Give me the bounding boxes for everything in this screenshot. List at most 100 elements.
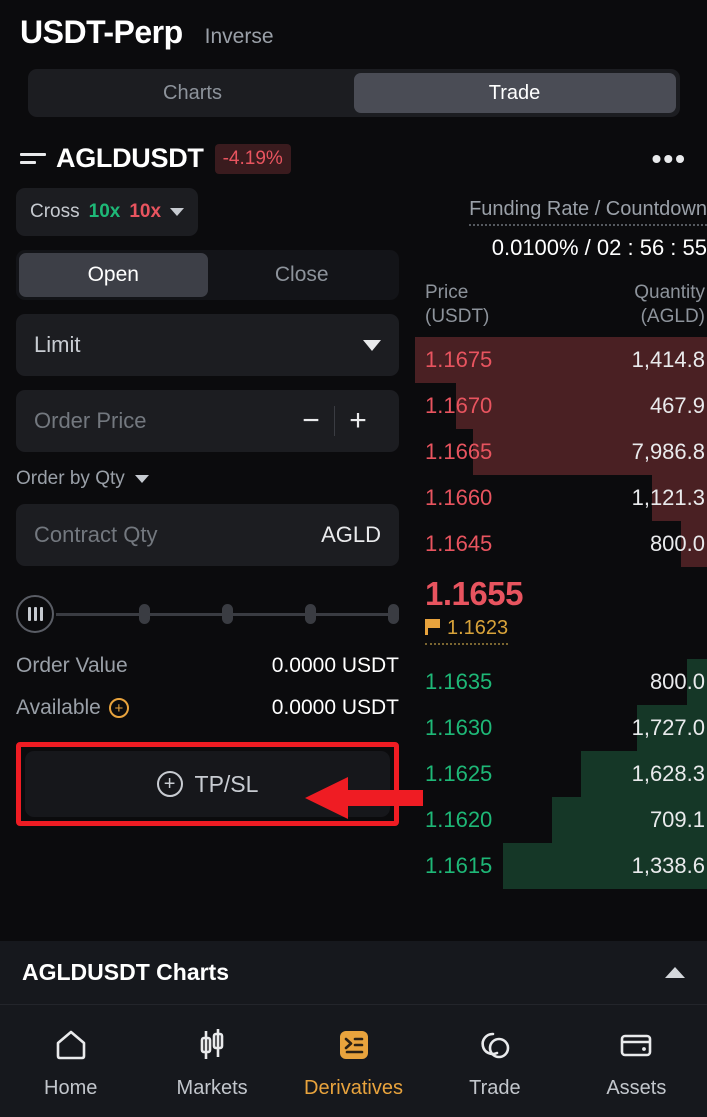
orderbook-qty: 1,414.8 — [631, 347, 705, 372]
nav-item-trade[interactable]: Trade — [424, 1023, 565, 1100]
slider-tick — [305, 604, 316, 624]
orderbook-price: 1.1620 — [425, 807, 493, 832]
nav-item-assets[interactable]: Assets — [566, 1023, 707, 1100]
wallet-icon — [616, 1023, 656, 1067]
orderbook-price-header: Price (USDT) — [425, 281, 489, 329]
order-type-value: Limit — [34, 332, 81, 357]
slider-tick — [388, 604, 399, 624]
last-price: 1.1655 — [425, 575, 523, 612]
orderbook-price: 1.1660 — [425, 485, 493, 510]
order-value-amount: 0.0000 USDT — [271, 654, 399, 677]
orderbook-header: Price (USDT) Quantity (AGLD) — [415, 281, 707, 329]
tpsl-highlight-box: + TP/SL — [16, 742, 423, 826]
derivatives-icon — [334, 1023, 374, 1067]
add-funds-icon[interactable]: + — [108, 698, 129, 718]
page-header: USDT-Perp Inverse — [0, 0, 707, 51]
orderbook-price: 1.1645 — [425, 531, 493, 556]
orderbook-row[interactable]: 1.1660 1,121.3 — [415, 475, 707, 521]
price-decrement-button[interactable]: − — [288, 406, 334, 436]
tab-trade[interactable]: Trade — [353, 73, 676, 113]
price-change-badge: -4.19% — [214, 143, 291, 174]
orderbook-qty: 1,338.6 — [631, 853, 705, 878]
order-by-selector[interactable]: Order by Qty — [16, 468, 399, 490]
chevron-down-icon — [170, 208, 185, 216]
orderbook-qty: 800.0 — [649, 531, 705, 556]
contract-qty-input[interactable]: Contract Qty AGLD — [16, 504, 399, 566]
orderbook-qty: 1,727.0 — [631, 715, 705, 740]
contract-type-inverse[interactable]: Inverse — [205, 25, 274, 49]
margin-leverage-selector[interactable]: Cross 10x 10x — [16, 188, 199, 236]
orderbook-price: 1.1615 — [425, 853, 493, 878]
price-increment-button[interactable]: + — [335, 406, 381, 436]
orderbook-row[interactable]: 1.1630 1,727.0 — [415, 705, 707, 751]
qty-unit-label: AGLD — [321, 522, 381, 547]
nav-item-home[interactable]: Home — [0, 1023, 141, 1100]
orderbook-row[interactable]: 1.1645 800.0 — [415, 521, 707, 567]
nav-item-derivatives[interactable]: Derivatives — [283, 1023, 424, 1100]
orderbook-price: 1.1670 — [425, 393, 493, 418]
candlestick-icon — [192, 1023, 232, 1067]
chevron-down-icon — [363, 339, 381, 351]
funding-rate-value: 0.0100% / 02 : 56 : 55 — [491, 235, 707, 260]
swap-circles-icon — [475, 1023, 515, 1067]
tab-open[interactable]: Open — [19, 253, 208, 297]
chevron-up-icon[interactable] — [665, 967, 685, 978]
qty-percent-slider[interactable] — [16, 592, 399, 636]
orderbook-price: 1.1635 — [425, 669, 493, 694]
orderbook-qty: 800.0 — [649, 669, 705, 694]
orderbook-price: 1.1630 — [425, 715, 493, 740]
orderbook-bids: 1.1635 800.0 1.1630 1,727.0 1.1625 1,628.3 1.1… — [415, 659, 707, 889]
orderbook-row[interactable]: 1.1620 709.1 — [415, 797, 707, 843]
price-stepper: − + — [288, 406, 381, 436]
tab-charts[interactable]: Charts — [32, 73, 354, 113]
nav-item-label: Markets — [176, 1076, 248, 1099]
orderbook-row[interactable]: 1.1670 467.9 — [415, 383, 707, 429]
orderbook-row[interactable]: 1.1635 800.0 — [415, 659, 707, 705]
leverage-short-label: 10x — [129, 201, 162, 222]
nav-item-label: Trade — [469, 1076, 521, 1099]
price-header-line2: (USDT) — [425, 306, 490, 327]
tab-close[interactable]: Close — [208, 253, 397, 297]
tpsl-label: TP/SL — [194, 770, 259, 797]
index-price-value: 1.1623 — [447, 617, 509, 639]
annotation-arrow — [305, 777, 423, 819]
funding-rate-block: Funding Rate / Countdown 0.0100% / 02 : … — [415, 188, 707, 261]
orderbook-qty: 467.9 — [649, 393, 705, 418]
bottom-navigation: Home Markets Derivatives Trade Assets — [0, 1005, 707, 1117]
order-type-select[interactable]: Limit — [16, 314, 399, 376]
slider-handle[interactable] — [16, 595, 54, 633]
slider-track[interactable] — [56, 604, 399, 624]
qty-header-line2: (AGLD) — [640, 306, 705, 327]
symbol-name[interactable]: AGLDUSDT — [56, 143, 204, 174]
orderbook-panel: Funding Rate / Countdown 0.0100% / 02 : … — [415, 188, 707, 889]
orderbook-row[interactable]: 1.1675 1,414.8 — [415, 337, 707, 383]
orderbook-price: 1.1625 — [425, 761, 493, 786]
order-price-input[interactable]: Order Price − + — [16, 390, 399, 452]
orderbook-row[interactable]: 1.1665 7,986.8 — [415, 429, 707, 475]
more-dots-icon[interactable]: ••• — [652, 144, 687, 172]
orderbook-price: 1.1675 — [425, 347, 493, 372]
trade-body: Cross 10x 10x Open Close Limit Order Pri… — [0, 188, 707, 889]
plus-circle-icon: + — [156, 771, 183, 797]
home-icon — [51, 1023, 91, 1067]
price-header-line1: Price — [425, 282, 469, 303]
orderbook-qty: 1,628.3 — [631, 761, 705, 786]
list-icon[interactable] — [20, 149, 46, 169]
leverage-long-label: 10x — [88, 201, 121, 222]
orderbook-qty: 7,986.8 — [631, 439, 705, 464]
charts-collapse-bar[interactable]: AGLDUSDT Charts — [0, 941, 707, 1005]
chevron-down-icon — [134, 475, 149, 483]
symbol-row: AGLDUSDT -4.19% ••• — [0, 143, 707, 174]
page-title: USDT-Perp — [20, 14, 183, 50]
funding-rate-label[interactable]: Funding Rate / Countdown — [469, 198, 707, 226]
contract-qty-placeholder: Contract Qty — [34, 522, 158, 547]
orderbook-row[interactable]: 1.1625 1,628.3 — [415, 751, 707, 797]
orderbook-price: 1.1665 — [425, 439, 493, 464]
qty-header-line1: Quantity — [634, 282, 705, 303]
nav-item-label: Assets — [606, 1076, 667, 1099]
orderbook-asks: 1.1675 1,414.8 1.1670 467.9 1.1665 7,986.8 1.1… — [415, 337, 707, 567]
orderbook-row[interactable]: 1.1615 1,338.6 — [415, 843, 707, 889]
flag-icon — [425, 619, 441, 635]
nav-item-markets[interactable]: Markets — [141, 1023, 282, 1100]
index-price[interactable]: 1.1623 — [425, 617, 509, 645]
